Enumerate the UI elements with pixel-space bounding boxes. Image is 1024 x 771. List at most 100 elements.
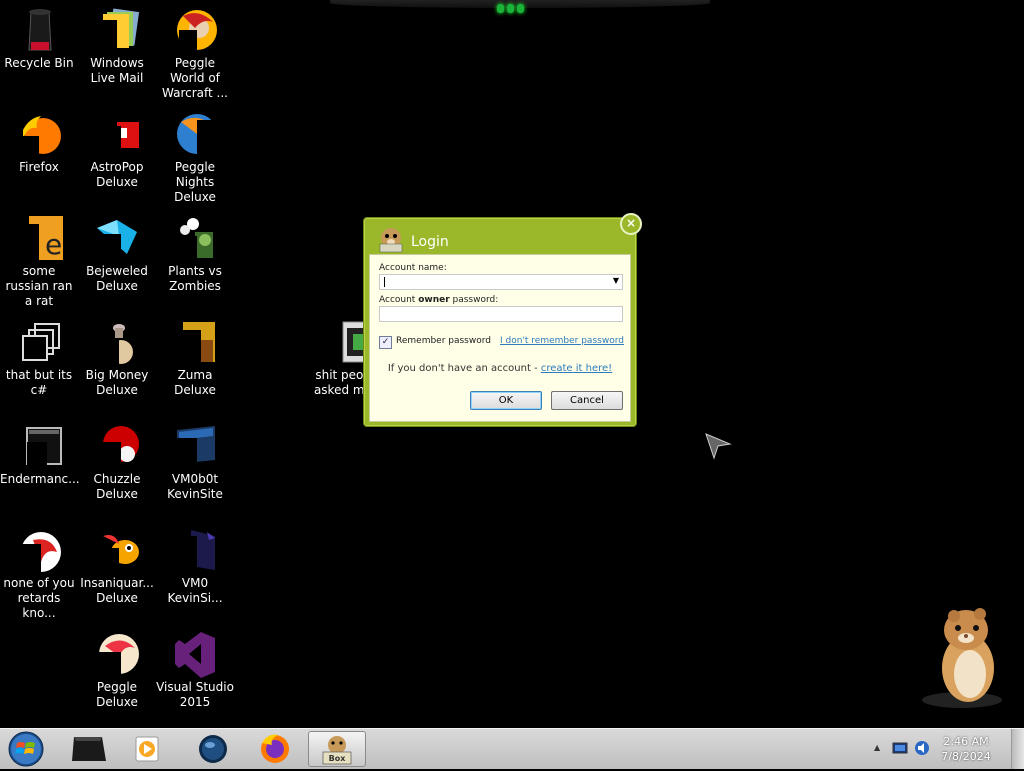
clock[interactable]: 2:46 AM 7/8/2024 — [936, 734, 996, 764]
desktop-icon-endermanch[interactable]: Endermanc... — [0, 418, 80, 487]
forgot-password-link[interactable]: I don't remember password — [500, 336, 624, 346]
desktop-icon-label: Peggle World of Warcraft ... — [162, 56, 228, 100]
desktop-icon-label: Bejeweled Deluxe — [86, 264, 148, 293]
desktop-icon-label: Recycle Bin — [4, 56, 74, 70]
tray-expand-arrow-icon[interactable]: ▲ — [874, 743, 880, 752]
taskbar-app-console[interactable] — [64, 731, 114, 767]
desktop-icon-windows-live-mail[interactable]: Windows Live Mail — [78, 2, 156, 86]
taskbar-app-firefox[interactable] — [248, 731, 298, 767]
desktop-icon-vm0b0t-kevinsite[interactable]: VM0b0t KevinSite — [156, 418, 234, 502]
desktop-icon-label: Plants vs Zombies — [168, 264, 222, 293]
desktop-icon-insaniquarium[interactable]: Insaniquar... Deluxe — [78, 522, 156, 606]
recycle-bin-icon — [15, 6, 63, 54]
network-icon[interactable] — [892, 741, 908, 755]
account-name-input[interactable] — [380, 281, 608, 295]
password-label-prefix: Account — [379, 295, 419, 305]
desktop-icon-c-sharp[interactable]: that but its c# — [0, 314, 78, 398]
desktop-icon-none-of-you[interactable]: none of you retards kno... — [0, 522, 78, 621]
mail-icon — [93, 6, 141, 54]
account-name-label: Account name: — [379, 263, 447, 273]
create-account-link[interactable]: create it here! — [541, 363, 612, 374]
taskbar-active-label: Box — [328, 754, 346, 763]
terminal-icon — [15, 422, 63, 470]
fish-icon — [93, 526, 141, 574]
password-field[interactable] — [379, 306, 623, 327]
remember-password-checkbox[interactable]: ✓ — [379, 336, 392, 349]
file-icon — [171, 526, 219, 574]
desktop-icon-russian-rat[interactable]: e some russian ran a rat — [0, 210, 78, 309]
firefox-icon — [261, 734, 289, 763]
taskbar-app-globe[interactable] — [186, 731, 236, 767]
desktop-icon-label: Endermanc... — [0, 472, 80, 486]
desktop-icon-label: Visual Studio 2015 — [156, 680, 234, 709]
password-label-suffix: password: — [449, 295, 499, 305]
mouse-cursor-icon — [705, 433, 732, 460]
desktop-icon-label: that but its c# — [5, 368, 73, 397]
desktop-icon-label: Insaniquar... Deluxe — [80, 576, 154, 605]
desktop-icon-big-money[interactable]: Big Money Deluxe — [78, 314, 156, 398]
desktop-icon-label: Chuzzle Deluxe — [93, 472, 141, 501]
desktop-icon-plants-vs-zombies[interactable]: Plants vs Zombies — [156, 210, 234, 294]
ok-button[interactable]: OK — [470, 391, 542, 410]
visual-studio-icon — [171, 630, 219, 678]
desktop-icon-label: none of you retards kno... — [3, 576, 75, 620]
desktop-icon-label: Peggle Deluxe — [96, 680, 138, 709]
gem-icon — [93, 214, 141, 262]
desktop-icon-vm0-kevinsi[interactable]: VM0 KevinSi... — [156, 522, 234, 606]
peggle-icon — [171, 110, 219, 158]
taskbar-app-media-player[interactable] — [122, 731, 172, 767]
dropdown-arrow-icon[interactable]: ▼ — [613, 276, 619, 285]
hamster-logo-icon — [379, 228, 403, 253]
cancel-button[interactable]: Cancel — [551, 391, 623, 410]
desktop: Recycle Bin Firefox e some russian ran a… — [0, 0, 1024, 728]
desktop-icon-label: AstroPop Deluxe — [90, 160, 144, 189]
taskbar: Box ▲ 2:46 AM 7/8/2024 — [0, 728, 1024, 769]
clock-date: 7/8/2024 — [941, 750, 991, 763]
password-input[interactable] — [380, 313, 608, 327]
dialog-title-bar[interactable]: Login — [374, 224, 614, 254]
desktop-icon-peggle-nights[interactable]: Peggle Nights Deluxe — [156, 106, 234, 205]
volume-icon[interactable] — [914, 740, 930, 756]
desktop-icon-label: Zuma Deluxe — [174, 368, 216, 397]
peggle-icon — [93, 630, 141, 678]
desktop-icon-peggle-deluxe[interactable]: Peggle Deluxe — [78, 626, 156, 710]
text-caret — [384, 277, 385, 287]
desktop-icon-firefox[interactable]: Firefox — [0, 106, 78, 175]
desktop-icon-zuma[interactable]: Zuma Deluxe — [156, 314, 234, 398]
plant-icon — [171, 214, 219, 262]
desktop-icon-label: some russian ran a rat — [5, 264, 73, 308]
desktop-icon-label: Windows Live Mail — [90, 56, 144, 85]
folder-icon — [321, 318, 369, 366]
game-icon — [93, 110, 141, 158]
desktop-icon-label: Peggle Nights Deluxe — [174, 160, 216, 204]
desktop-icon-label: VM0 KevinSi... — [167, 576, 223, 605]
svg-text:e: e — [45, 228, 62, 261]
desktop-icon-astropop[interactable]: AstroPop Deluxe — [78, 106, 156, 190]
folder-icon — [171, 422, 219, 470]
show-desktop-button[interactable] — [1011, 729, 1024, 769]
peggle-icon — [171, 6, 219, 54]
close-button[interactable]: × — [620, 213, 642, 235]
start-button[interactable] — [6, 731, 46, 767]
firefox-icon — [15, 110, 63, 158]
shortcut-icon — [15, 318, 63, 366]
account-name-combobox[interactable]: ▼ — [379, 274, 623, 295]
password-label: Account owner password: — [379, 295, 498, 305]
globe-icon — [199, 735, 227, 763]
desktop-icon-peggle-wow[interactable]: Peggle World of Warcraft ... — [156, 2, 234, 101]
remember-password-label[interactable]: Remember password — [396, 336, 491, 346]
app-icon: e — [15, 214, 63, 262]
dialog-body: Account name: ▼ Account owner password: … — [369, 254, 631, 422]
desktop-icon-visual-studio[interactable]: Visual Studio 2015 — [156, 626, 234, 710]
login-dialog: Login × Account name: ▼ Account owner pa… — [363, 213, 642, 427]
desktop-icon-recycle-bin[interactable]: Recycle Bin — [0, 2, 78, 71]
zuma-icon — [171, 318, 219, 366]
desktop-icon-chuzzle[interactable]: Chuzzle Deluxe — [78, 418, 156, 502]
desktop-icon-label: Big Money Deluxe — [85, 368, 149, 397]
desktop-icon-bejeweled[interactable]: Bejeweled Deluxe — [78, 210, 156, 294]
media-player-icon — [135, 736, 159, 762]
console-icon — [72, 737, 106, 761]
hamster-mascot-icon[interactable] — [920, 600, 1010, 710]
desktop-icon-label: VM0b0t KevinSite — [167, 472, 223, 501]
taskbar-app-hamster-box[interactable]: Box — [308, 731, 366, 767]
